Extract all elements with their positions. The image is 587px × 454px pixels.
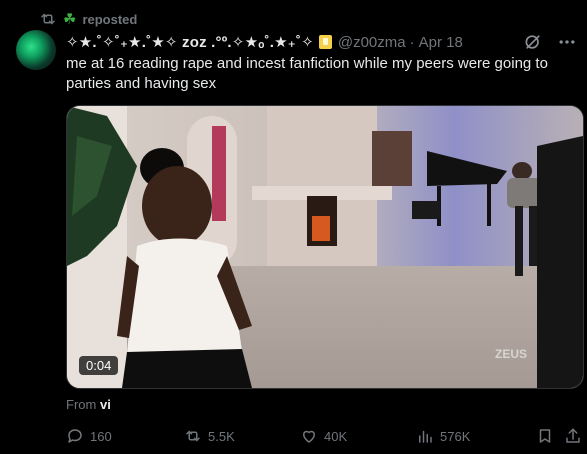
tweet-actions: 160 5.5K 40K 576K	[66, 426, 582, 446]
like-button[interactable]: 40K	[300, 426, 347, 446]
bookmark-button[interactable]	[536, 426, 554, 446]
tweet-date[interactable]: Apr 18	[419, 34, 463, 51]
repost-button[interactable]: 5.5K	[184, 426, 235, 446]
badge-icon	[318, 35, 332, 49]
source-link[interactable]: vi	[100, 397, 111, 412]
repost-label[interactable]: reposted	[82, 12, 137, 27]
reply-button[interactable]: 160	[66, 426, 112, 446]
tweet-header: ✧★.˚✧˚₊★.˚★✧ zoz .°º.✧★ₒ˚.★₊˚✧ @z00zma ·…	[66, 32, 577, 52]
share-icon	[566, 428, 580, 443]
video-frame: ZEUS	[67, 106, 583, 388]
analytics-icon	[419, 430, 432, 443]
repost-icon	[41, 13, 55, 25]
like-count: 40K	[324, 428, 348, 444]
handle[interactable]: @z00zma	[338, 34, 406, 51]
share-button[interactable]	[564, 426, 582, 446]
reply-icon	[68, 429, 82, 443]
source-attribution: From vi	[66, 397, 111, 412]
video-watermark: ZEUS	[495, 347, 527, 361]
clover-icon: ☘	[63, 10, 77, 28]
source-prefix: From	[66, 397, 97, 412]
video-player[interactable]: ZEUS 0:04	[66, 105, 584, 389]
reply-count: 160	[90, 428, 112, 444]
view-count: 576K	[440, 428, 471, 444]
heart-icon	[303, 430, 315, 443]
repost-indicator: ☘ reposted	[39, 10, 137, 28]
bookmark-icon	[539, 429, 551, 443]
tweet-text: me at 16 reading rape and incest fanfict…	[66, 55, 548, 92]
repost-count: 5.5K	[208, 428, 235, 444]
grok-icon[interactable]	[523, 32, 543, 52]
more-icon[interactable]	[557, 32, 577, 52]
avatar[interactable]	[16, 30, 56, 70]
display-name[interactable]: ✧★.˚✧˚₊★.˚★✧ zoz .°º.✧★ₒ˚.★₊˚✧	[66, 33, 314, 51]
video-duration: 0:04	[79, 356, 119, 375]
repost-icon	[186, 430, 200, 442]
views-button[interactable]: 576K	[416, 426, 470, 446]
separator-dot: ·	[409, 33, 415, 51]
